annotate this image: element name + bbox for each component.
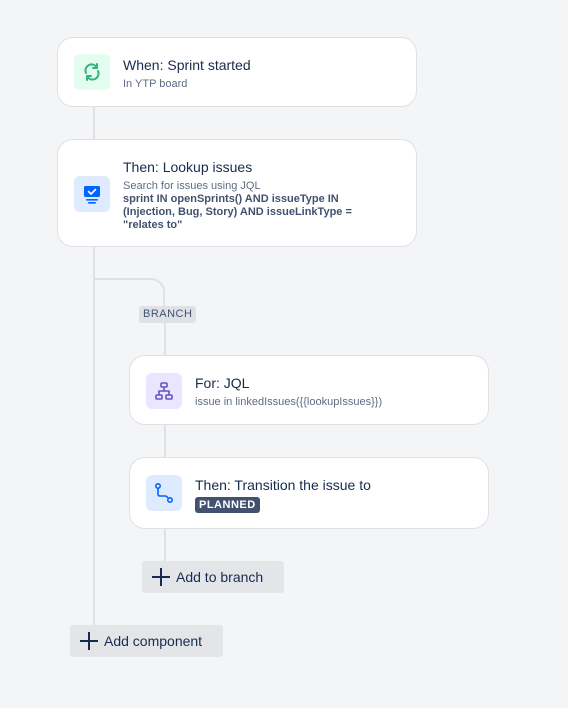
plus-icon [152, 568, 170, 586]
lookup-jql-query: sprint IN openSprints() AND issueType IN… [123, 193, 352, 232]
cycle-icon [74, 54, 110, 90]
jql-line: "relates to" [123, 219, 183, 231]
trigger-subtitle: In YTP board [123, 78, 188, 90]
connector-main-top [93, 106, 95, 140]
connector-branch-curve [93, 278, 165, 306]
transition-icon [146, 475, 182, 511]
jql-line: sprint IN openSprints() AND issueType IN [123, 193, 339, 205]
add-to-branch-label: Add to branch [176, 569, 264, 585]
hierarchy-icon [146, 373, 182, 409]
lookup-issues-card[interactable]: Then: Lookup issues Search for issues us… [57, 139, 417, 247]
status-badge: PLANNED [195, 497, 260, 513]
lookup-subtitle: Search for issues using JQL [123, 180, 261, 192]
add-component-label: Add component [104, 633, 203, 649]
for-jql-card[interactable]: For: JQL issue in linkedIssues({{lookupI… [129, 355, 489, 425]
connector-branch-mid [164, 424, 166, 458]
trigger-title: When: Sprint started [123, 57, 251, 73]
for-jql-title: For: JQL [195, 375, 250, 391]
monitor-check-icon [74, 176, 110, 212]
connector-branch-top [164, 322, 166, 356]
add-component-button[interactable]: Add component [70, 625, 223, 657]
branch-label: BRANCH [139, 306, 197, 323]
add-to-branch-button[interactable]: Add to branch [142, 561, 284, 593]
for-jql-subtitle: issue in linkedIssues({{lookupIssues}}) [195, 396, 383, 408]
transition-title: Then: Transition the issue to [195, 477, 371, 493]
plus-icon [80, 632, 98, 650]
lookup-title: Then: Lookup issues [123, 159, 253, 175]
jql-line: (Injection, Bug, Story) AND issueLinkTyp… [123, 206, 352, 218]
connector-branch-bottom [164, 528, 166, 562]
trigger-card[interactable]: When: Sprint started In YTP board [57, 37, 417, 107]
transition-card[interactable]: Then: Transition the issue to PLANNED [129, 457, 489, 529]
